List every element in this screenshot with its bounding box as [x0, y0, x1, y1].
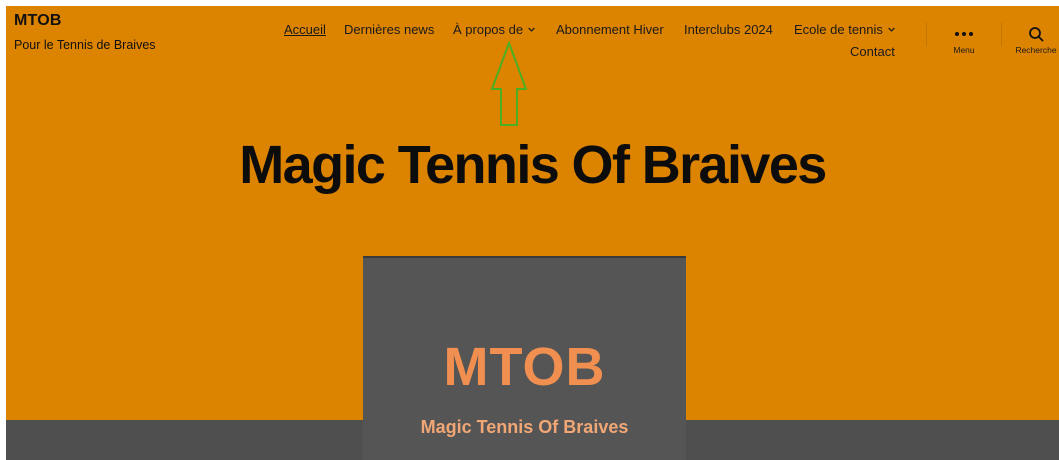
nav-item-ecole-label: Ecole de tennis: [794, 22, 883, 37]
site-title-link[interactable]: MTOB: [14, 12, 62, 30]
ellipsis-icon: [955, 32, 973, 36]
logo-subtitle: Magic Tennis Of Braives: [420, 417, 629, 437]
hero-title: Magic Tennis Of Braives: [239, 135, 827, 195]
logo-text: MTOB: [443, 337, 606, 397]
nav-item-dernieres-news[interactable]: Dernières news: [344, 22, 434, 37]
chevron-down-icon: [888, 27, 895, 32]
chevron-down-icon: [528, 27, 535, 32]
page: MTOB Pour le Tennis de Braives Accueil D…: [6, 6, 1059, 460]
featured-logo-image: MTOB Magic Tennis Of Braives: [363, 256, 686, 460]
search-toggle-button[interactable]: Recherche: [1010, 24, 1059, 55]
nav-item-accueil[interactable]: Accueil: [284, 22, 326, 37]
search-icon: [1029, 27, 1044, 42]
nav-item-abonnement-hiver[interactable]: Abonnement Hiver: [556, 22, 664, 37]
header-divider: [1001, 22, 1002, 46]
nav-item-a-propos-label: À propos de: [453, 22, 524, 37]
nav-item-a-propos[interactable]: À propos de: [453, 22, 535, 37]
menu-toggle-label: Menu: [953, 45, 975, 55]
nav-item-contact[interactable]: Contact: [850, 44, 895, 59]
annotation-up-arrow-icon: [490, 41, 528, 126]
header-divider: [926, 22, 927, 46]
nav-item-ecole-de-tennis[interactable]: Ecole de tennis: [794, 22, 895, 37]
search-toggle-label: Recherche: [1015, 45, 1057, 55]
menu-toggle-button[interactable]: Menu: [938, 24, 990, 55]
nav-item-interclubs-2024[interactable]: Interclubs 2024: [684, 22, 773, 37]
site-tagline: Pour le Tennis de Braives: [14, 38, 156, 52]
